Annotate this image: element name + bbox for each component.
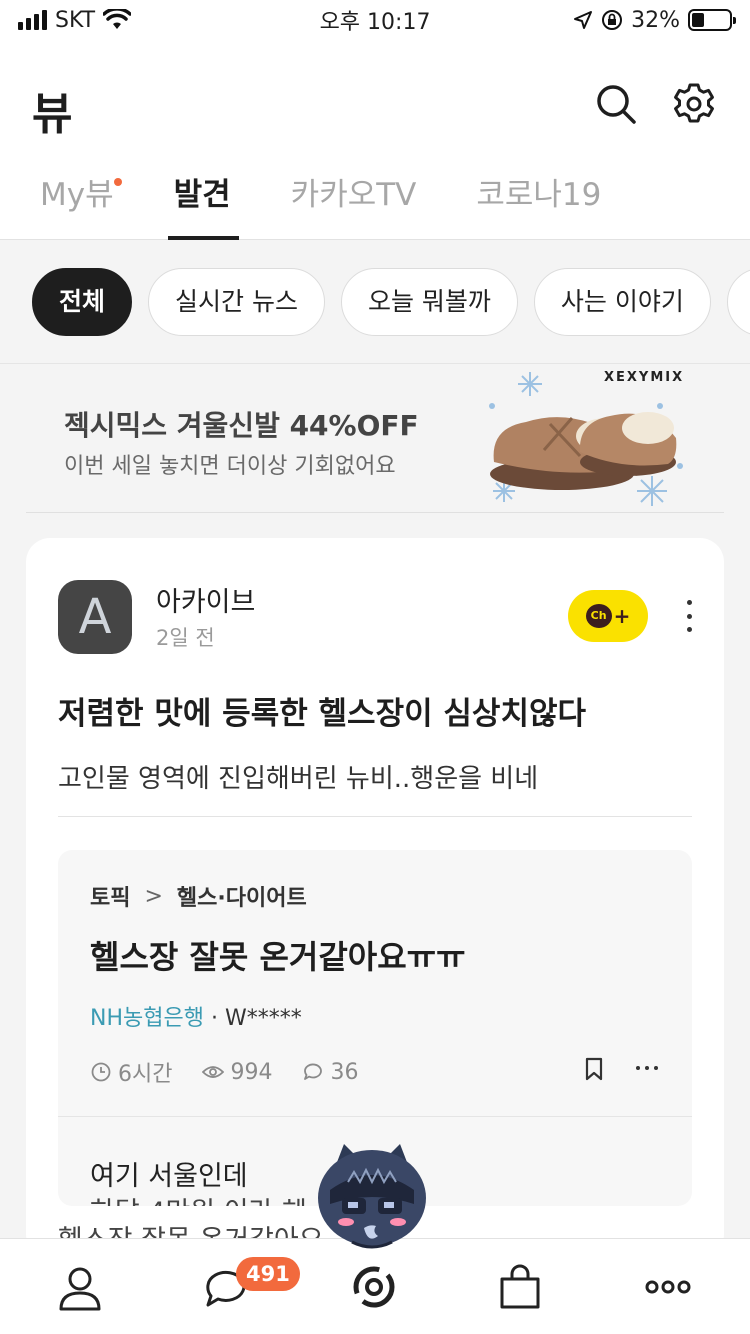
location-icon: [574, 11, 593, 29]
tab-kakao-tv[interactable]: 카카오TV: [291, 160, 417, 240]
ad-brand-logo: XEXYMIX: [604, 370, 685, 385]
divider: [58, 1116, 692, 1117]
tab-label: My뷰: [40, 177, 114, 213]
topic-stats: 6시간 994 36: [90, 1056, 358, 1088]
tab-label: 코로나19: [476, 177, 602, 213]
status-bar: SKT 오후 10:17 32%: [0, 0, 750, 40]
top-tabs: My뷰 발견 카카오TV 코로나19: [0, 160, 750, 240]
tab-my-view[interactable]: My뷰: [40, 160, 122, 240]
author-name: · W*****: [203, 1006, 302, 1031]
breadcrumb-root[interactable]: 토픽: [90, 880, 130, 912]
slipper-image: [489, 372, 683, 506]
person-icon[interactable]: [56, 1263, 104, 1311]
stat-comments-value: 36: [330, 1059, 359, 1085]
divider: [58, 816, 692, 817]
comment-text-cutoff: 하달 4만원 이라 헤: [90, 1190, 307, 1206]
view-tab-icon[interactable]: [350, 1263, 398, 1311]
new-dot: [113, 178, 122, 186]
ad-headline: 젝시믹스 겨울신발 44%OFF: [64, 409, 419, 442]
chat-unread-badge: 491: [236, 1257, 300, 1291]
category-chips: 전체 실시간 뉴스 오늘 뭐볼까 사는 이야기 취: [0, 240, 750, 364]
bookmark-icon[interactable]: [582, 1056, 606, 1082]
search-icon[interactable]: [594, 82, 638, 126]
channel-avatar[interactable]: A: [58, 580, 132, 654]
eye-icon: [202, 1066, 225, 1078]
chevron-right-icon: >: [144, 883, 163, 909]
post-subtitle: 고인물 영역에 진입해버린 뉴비..행운을 비네: [58, 764, 539, 794]
chip-realtime-news[interactable]: 실시간 뉴스: [148, 268, 325, 336]
stat-views-value: 994: [230, 1059, 273, 1085]
byline: NH농협은행 · W*****: [90, 1000, 302, 1032]
channel-name[interactable]: 아카이브: [156, 580, 255, 619]
carrier-label: SKT: [55, 7, 96, 33]
stat-comments: 36: [302, 1060, 358, 1085]
battery-percent: 32%: [631, 7, 680, 33]
comment-text: 여기 서울인데: [90, 1161, 248, 1192]
more-horizontal-icon[interactable]: [644, 1263, 692, 1311]
ad-subtitle: 이번 세일 놓치면 더이상 기회없어요: [64, 454, 396, 479]
breadcrumb-leaf[interactable]: 헬스·다이어트: [177, 880, 307, 912]
stat-views: 994: [202, 1060, 272, 1085]
signal-icon: [18, 10, 47, 30]
tab-label: 발견: [173, 177, 231, 213]
more-vertical-icon[interactable]: [682, 600, 696, 632]
rotation-lock-icon: [602, 10, 623, 30]
tab-covid19[interactable]: 코로나19: [476, 160, 601, 240]
ad-banner[interactable]: 젝시믹스 겨울신발 44%OFF 이번 세일 놓치면 더이상 기회없어요 XEX…: [0, 364, 750, 512]
chip-life-stories[interactable]: 사는 이야기: [533, 268, 711, 336]
tab-discover[interactable]: 발견: [167, 160, 239, 240]
page-title: 뷰: [32, 89, 73, 140]
more-horizontal-icon[interactable]: [636, 1066, 658, 1072]
battery-icon: [688, 9, 736, 31]
chip-more[interactable]: 취: [726, 268, 750, 336]
breadcrumb: 토픽 > 헬스·다이어트: [90, 880, 307, 912]
add-channel-button[interactable]: Ch +: [568, 590, 648, 642]
chip-all[interactable]: 전체: [32, 268, 133, 336]
shopping-bag-icon[interactable]: [496, 1263, 544, 1311]
app-header: 뷰: [0, 40, 750, 160]
stat-time: 6시간: [90, 1056, 172, 1088]
bottom-nav: 491: [0, 1238, 750, 1334]
author-org: NH농협은행: [90, 1006, 204, 1031]
wifi-icon: [103, 9, 132, 29]
mascot-character-icon[interactable]: [312, 1140, 432, 1252]
tab-label: 카카오TV: [290, 177, 417, 213]
plus-icon: +: [613, 604, 631, 628]
divider: [26, 512, 724, 513]
gear-icon[interactable]: [672, 82, 716, 126]
comment-icon: [304, 1063, 323, 1080]
channel-icon: Ch: [585, 604, 612, 628]
chip-what-to-watch[interactable]: 오늘 뭐볼까: [340, 268, 518, 336]
clock-icon: [91, 1062, 111, 1082]
post-time: 2일 전: [156, 626, 215, 650]
topic-title[interactable]: 헬스장 잘못 온거같아요ㅠㅠ: [90, 932, 466, 978]
stat-time-value: 6시간: [118, 1062, 173, 1087]
post-title[interactable]: 저렴한 맛에 등록한 헬스장이 심상치않다: [58, 688, 586, 733]
